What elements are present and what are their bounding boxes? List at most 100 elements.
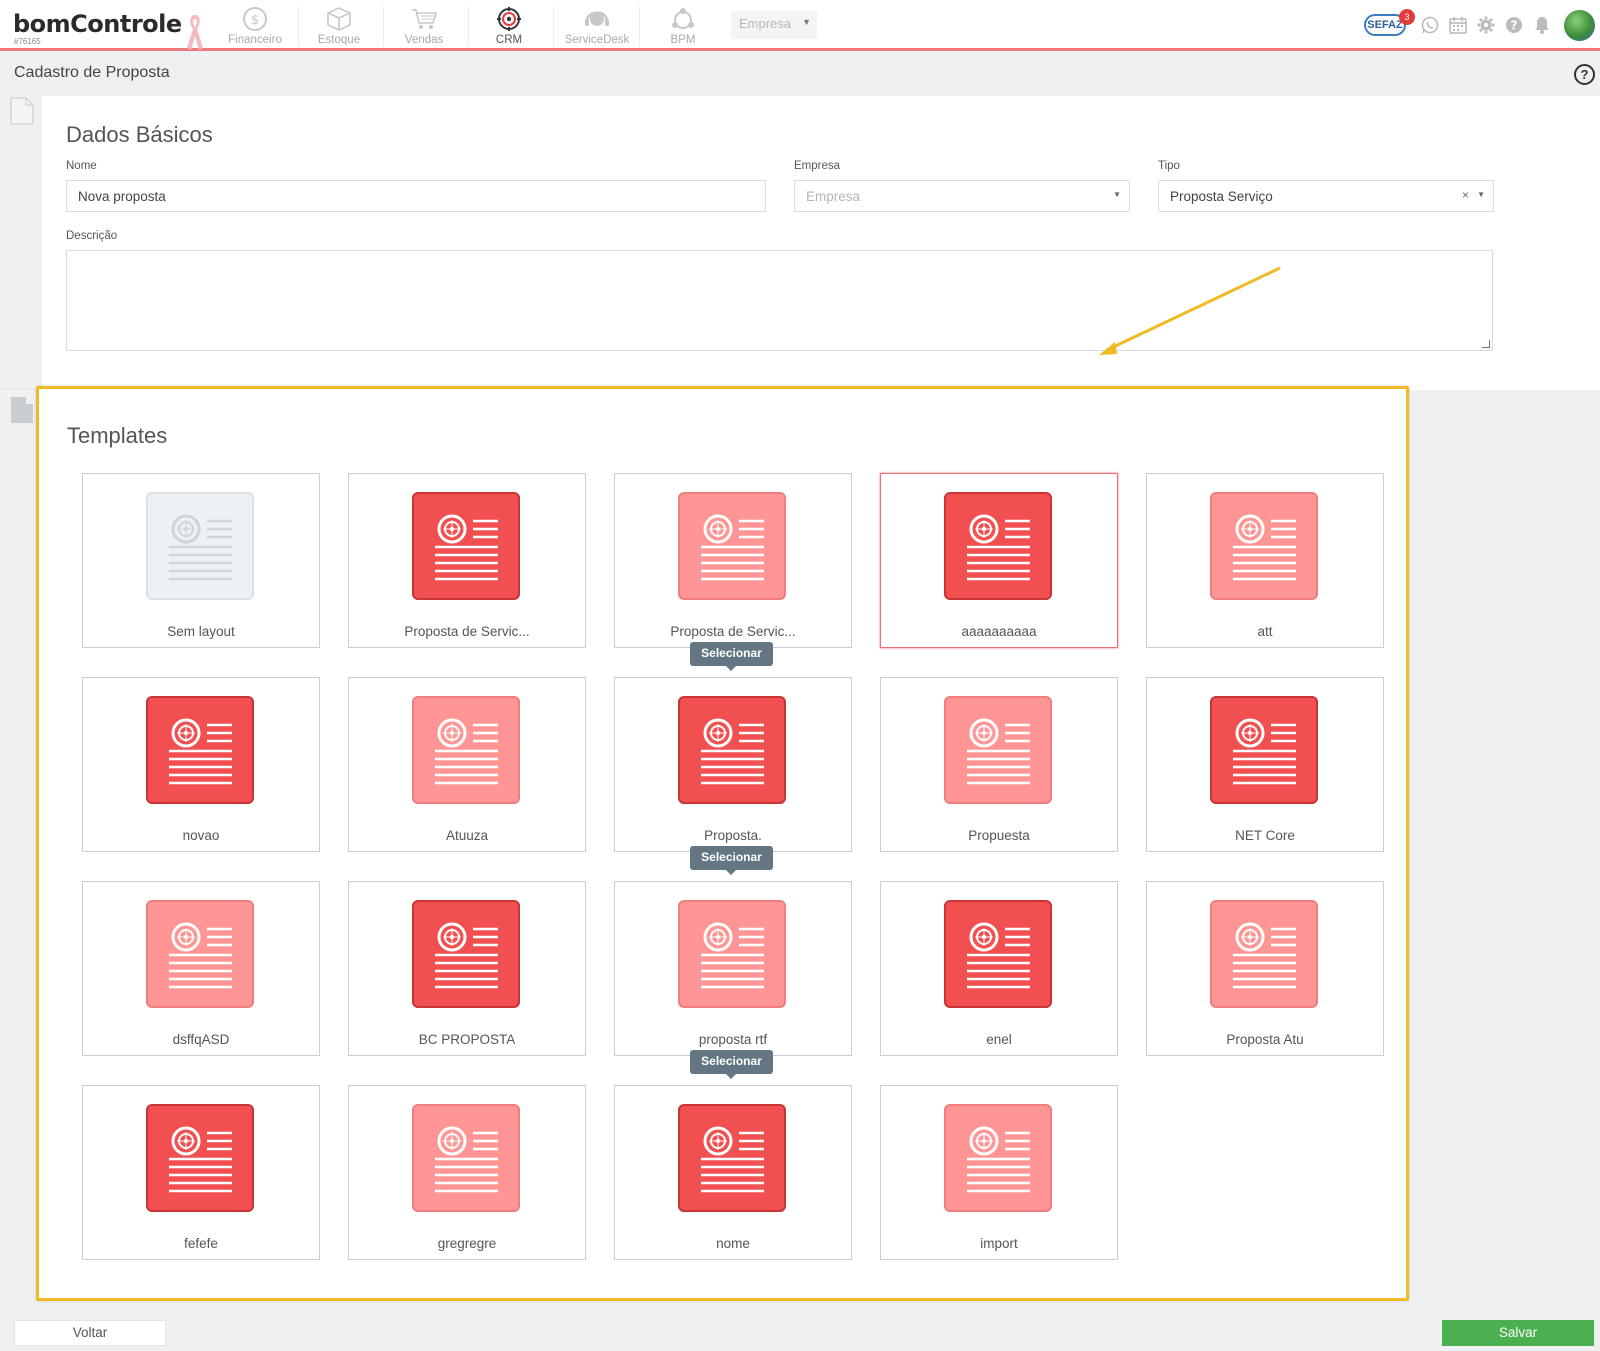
resize-handle[interactable] (1482, 340, 1490, 348)
template-thumbnail (944, 696, 1052, 804)
template-card[interactable]: Proposta Atu (1146, 881, 1384, 1056)
user-avatar[interactable] (1564, 10, 1595, 41)
svg-text:$: $ (251, 13, 259, 28)
template-name: aaaaaaaaaa (961, 624, 1037, 639)
template-name: att (1257, 624, 1273, 639)
template-card[interactable]: Propuesta (880, 677, 1118, 852)
template-name: Propuesta (968, 828, 1030, 843)
templates-title: Templates (67, 423, 168, 448)
template-name: gregregre (437, 1236, 497, 1251)
module-label: ServiceDesk (564, 34, 630, 46)
template-thumbnail (146, 1104, 254, 1212)
document-target-icon (967, 1126, 1030, 1193)
template-card[interactable]: gregregre (348, 1085, 586, 1260)
select-tooltip[interactable]: Selecionar (690, 1050, 773, 1079)
whatsapp-icon[interactable] (1420, 15, 1440, 35)
name-label: Nome (66, 160, 97, 172)
back-button[interactable]: Voltar (14, 1320, 166, 1346)
document-target-icon (701, 922, 764, 989)
help-button[interactable]: ? (1574, 64, 1595, 85)
document-target-icon (169, 1126, 232, 1193)
page-title: Cadastro de Proposta (14, 64, 170, 81)
target-icon (497, 7, 521, 31)
company-select-value: Empresa (739, 16, 792, 31)
select-tooltip[interactable]: Selecionar (690, 642, 773, 671)
headset-icon (585, 11, 609, 26)
document-target-icon (701, 718, 764, 785)
template-name: Proposta Atu (1226, 1032, 1304, 1047)
template-card[interactable]: novao (82, 677, 320, 852)
template-card[interactable]: import (880, 1085, 1118, 1260)
module-divider (553, 6, 554, 46)
module-label: Estoque (317, 34, 361, 46)
template-thumbnail (944, 492, 1052, 600)
template-name: Proposta. (704, 828, 762, 843)
document-target-icon (169, 922, 232, 989)
basic-data-title: Dados Básicos (66, 122, 213, 147)
template-card[interactable]: Proposta de Servic... (614, 473, 852, 648)
template-name: proposta rtf (698, 1032, 768, 1047)
account-id: #76165 (14, 37, 41, 46)
bell-icon[interactable] (1532, 15, 1552, 35)
name-input[interactable]: Nova proposta (66, 180, 766, 212)
caret-down-icon: ▼ (1113, 190, 1121, 199)
template-card[interactable]: BC PROPOSTA (348, 881, 586, 1056)
name-input-value: Nova proposta (78, 189, 166, 204)
template-name: import (980, 1236, 1018, 1251)
question-circle-icon[interactable]: ? (1504, 15, 1524, 35)
cart-icon (412, 9, 438, 29)
template-thumbnail (412, 900, 520, 1008)
template-card[interactable]: Sem layout (82, 473, 320, 648)
template-card[interactable]: NET Core (1146, 677, 1384, 852)
module-crm[interactable]: CRM (469, 4, 549, 48)
document-target-icon (1233, 922, 1296, 989)
module-bpm[interactable]: BPM (643, 4, 723, 48)
template-name: Proposta de Servic... (670, 624, 796, 639)
company-label: Empresa (794, 160, 841, 172)
company-field-placeholder: Empresa (806, 189, 861, 204)
template-thumbnail (412, 492, 520, 600)
template-card[interactable]: Atuuza (348, 677, 586, 852)
template-card[interactable]: nome (614, 1085, 852, 1260)
module-vendas[interactable]: Vendas (384, 4, 464, 48)
sefaz-label: SEFAZ (1367, 19, 1403, 31)
calendar-icon[interactable] (1448, 15, 1468, 35)
document-icon (11, 397, 33, 423)
awareness-ribbon-icon (187, 15, 203, 50)
template-name: enel (986, 1032, 1012, 1047)
template-card[interactable]: Proposta. (614, 677, 852, 852)
module-servicedesk[interactable]: ServiceDesk (557, 4, 637, 48)
description-label: Descrição (66, 230, 118, 242)
template-name: Atuuza (445, 828, 489, 843)
template-card[interactable]: aaaaaaaaaa (880, 473, 1118, 648)
template-thumbnail (678, 1104, 786, 1212)
document-target-icon (169, 718, 232, 785)
template-name: dsffqASD (172, 1032, 230, 1047)
template-thumbnail (678, 900, 786, 1008)
module-financeiro[interactable]: $ Financeiro (215, 4, 295, 48)
template-card[interactable]: Proposta de Servic... (348, 473, 586, 648)
clear-icon[interactable]: × (1462, 188, 1469, 202)
template-card[interactable]: att (1146, 473, 1384, 648)
gear-icon[interactable] (1476, 15, 1496, 35)
template-card[interactable]: dsffqASD (82, 881, 320, 1056)
flow-icon (672, 8, 694, 29)
select-tooltip[interactable]: Selecionar (690, 846, 773, 875)
document-target-icon (435, 514, 498, 581)
template-thumbnail (412, 696, 520, 804)
brand-logo[interactable]: bomControle (13, 10, 182, 38)
save-button[interactable]: Salvar (1442, 1320, 1594, 1346)
document-target-icon (1233, 514, 1296, 581)
company-field[interactable]: Empresa ▼ (794, 180, 1130, 212)
template-name: Proposta de Servic... (404, 624, 530, 639)
type-select[interactable]: Proposta Serviço × ▼ (1158, 180, 1494, 212)
template-card[interactable]: enel (880, 881, 1118, 1056)
company-select[interactable]: Empresa ▼ (731, 11, 817, 39)
module-estoque[interactable]: Estoque (299, 4, 379, 48)
basic-data-section: Dados Básicos Nome Nova proposta Empresa… (42, 96, 1600, 390)
template-card[interactable]: fefefe (82, 1085, 320, 1260)
template-card[interactable]: proposta rtf (614, 881, 852, 1056)
module-divider (639, 6, 640, 46)
template-thumbnail (1210, 492, 1318, 600)
document-target-icon (967, 922, 1030, 989)
